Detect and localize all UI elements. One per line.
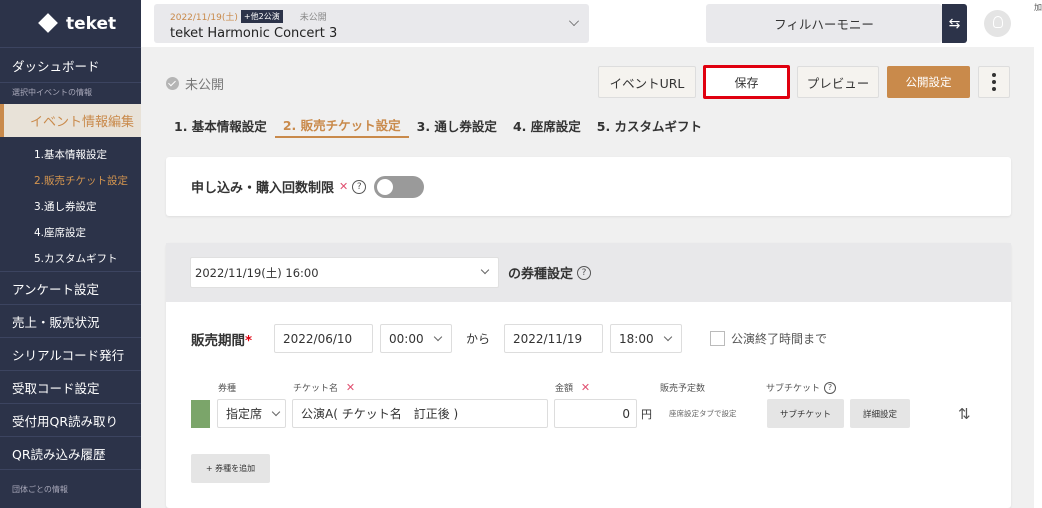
chevron-down-icon bbox=[663, 332, 673, 342]
cross-icon: ✕ bbox=[339, 180, 349, 193]
more-menu-button[interactable] bbox=[978, 66, 1010, 98]
purchase-limit-label: 申し込み・購入回数制限 bbox=[191, 181, 335, 196]
header-plan-count: 販売予定数 bbox=[660, 384, 706, 394]
sales-period-label: 販売期間* bbox=[191, 329, 274, 349]
start-time-select[interactable]: 00:00 bbox=[380, 324, 452, 353]
cross-icon: ✕ bbox=[580, 381, 591, 394]
tab-basic[interactable]: 1. 基本情報設定 bbox=[166, 112, 275, 138]
help-icon[interactable]: ? bbox=[352, 179, 367, 194]
preview-button[interactable]: プレビュー bbox=[797, 66, 879, 98]
event-status: 未公開 bbox=[299, 13, 327, 23]
header-ticket-name-text: チケット名 bbox=[293, 384, 339, 394]
end-time-select[interactable]: 18:00 bbox=[610, 324, 683, 353]
sidebar-item-qr-reader[interactable]: 受付用QR読み取り bbox=[0, 403, 141, 436]
sidebar-item-receive-code[interactable]: 受取コード設定 bbox=[0, 370, 141, 403]
right-edge-text: 加 bbox=[1034, 3, 1042, 12]
publish-status: 未公開 bbox=[166, 74, 224, 93]
sidebar-item-event-edit[interactable]: イベント情報編集 bbox=[0, 104, 141, 137]
chevron-down-icon bbox=[480, 265, 490, 275]
sidebar-sub-pass[interactable]: 3.通し券設定 bbox=[0, 193, 141, 219]
sub-ticket-button[interactable]: サブチケット bbox=[767, 399, 844, 428]
sales-period-row: 販売期間* 2022/06/10 00:00 から 2022/11/19 18:… bbox=[191, 324, 827, 353]
header-sub-ticket: サブチケット? bbox=[766, 381, 837, 394]
right-edge bbox=[1034, 0, 1042, 508]
purchase-limit-toggle[interactable] bbox=[374, 175, 425, 198]
header-amount: 金額 ✕ bbox=[555, 381, 590, 394]
chevron-down-icon bbox=[433, 332, 443, 342]
chevron-down-icon bbox=[271, 407, 281, 417]
performance-date-select[interactable]: 2022/11/19(土) 16:00 bbox=[190, 257, 499, 288]
sidebar-sub-basic[interactable]: 1.基本情報設定 bbox=[0, 141, 141, 167]
ticket-color-swatch[interactable] bbox=[191, 399, 210, 428]
event-select[interactable]: 2022/11/19(土) +他2公演 未公開 teket Harmonic C… bbox=[154, 4, 589, 43]
event-date: 2022/11/19(土) bbox=[170, 13, 238, 23]
check-circle-icon bbox=[166, 77, 179, 90]
brand-name: teket bbox=[66, 13, 117, 34]
performance-date-value: 2022/11/19(土) 16:00 bbox=[195, 265, 319, 280]
amount-input[interactable]: 0 bbox=[554, 399, 637, 428]
ticket-type-value: 指定席 bbox=[226, 407, 263, 421]
sidebar-item-dashboard[interactable]: ダッシュボード bbox=[0, 47, 141, 82]
org-select[interactable]: フィルハーモニー bbox=[706, 4, 942, 43]
sidebar: teket ダッシュボード 選択中イベントの情報 イベント情報編集 1.基本情報… bbox=[0, 0, 141, 508]
swap-org-button[interactable]: ⇆ bbox=[942, 4, 967, 43]
publish-settings-button[interactable]: 公開設定 bbox=[887, 66, 970, 98]
sort-icon[interactable]: ⇅ bbox=[958, 405, 971, 423]
edit-tabs: 1. 基本情報設定 2. 販売チケット設定 3. 通し券設定 4. 座席設定 5… bbox=[166, 112, 710, 138]
until-end-checkbox[interactable] bbox=[710, 331, 726, 346]
ticket-type-select[interactable]: 指定席 bbox=[217, 399, 286, 428]
end-time-value: 18:00 bbox=[619, 331, 654, 346]
sidebar-sub-seat[interactable]: 4.座席設定 bbox=[0, 219, 141, 245]
header-sub-ticket-text: サブチケット bbox=[766, 384, 821, 394]
sidebar-sub-ticket[interactable]: 2.販売チケット設定 bbox=[0, 167, 141, 193]
ticket-type-header: 2022/11/19(土) 16:00 の券種設定 ? bbox=[166, 243, 1011, 302]
start-date-input[interactable]: 2022/06/10 bbox=[274, 324, 373, 353]
sidebar-item-serial[interactable]: シリアルコード発行 bbox=[0, 337, 141, 370]
until-end-label: 公演終了時間まで bbox=[731, 332, 828, 346]
sidebar-section-group: 団体ごとの情報 bbox=[0, 469, 141, 503]
help-icon[interactable]: ? bbox=[577, 265, 592, 280]
topbar: 2022/11/19(土) +他2公演 未公開 teket Harmonic C… bbox=[141, 0, 1034, 47]
event-date-row: 2022/11/19(土) +他2公演 未公開 bbox=[170, 10, 573, 23]
yen-label: 円 bbox=[641, 407, 652, 421]
end-date-input[interactable]: 2022/11/19 bbox=[504, 324, 604, 353]
more-vertical-icon bbox=[992, 73, 996, 91]
header-amount-text: 金額 bbox=[555, 384, 574, 394]
tab-seat[interactable]: 4. 座席設定 bbox=[505, 112, 589, 138]
plan-count-note: 座席設定タブで設定 bbox=[669, 409, 737, 418]
sidebar-item-qr-history[interactable]: QR読み込み履歴 bbox=[0, 436, 141, 469]
swap-icon: ⇆ bbox=[948, 15, 961, 32]
tab-pass[interactable]: 3. 通し券設定 bbox=[409, 112, 505, 138]
sidebar-item-sales[interactable]: 売上・販売状況 bbox=[0, 304, 141, 337]
start-time-value: 00:00 bbox=[389, 331, 424, 346]
sidebar-sub-gift[interactable]: 5.カスタムギフト bbox=[0, 245, 141, 271]
teket-logo-icon bbox=[38, 13, 60, 35]
purchase-limit-card: 申し込み・購入回数制限 ✕ ? bbox=[166, 157, 1011, 216]
from-label: から bbox=[466, 332, 491, 346]
add-ticket-type-button[interactable]: + 券種を追加 bbox=[191, 454, 270, 483]
ticket-setting-label: の券種設定 bbox=[508, 267, 574, 282]
publish-status-text: 未公開 bbox=[185, 78, 225, 93]
tab-ticket[interactable]: 2. 販売チケット設定 bbox=[274, 112, 409, 138]
sidebar-item-survey[interactable]: アンケート設定 bbox=[0, 271, 141, 304]
event-badge: +他2公演 bbox=[240, 10, 283, 23]
event-name: teket Harmonic Concert 3 bbox=[170, 26, 338, 41]
detail-settings-button[interactable]: 詳細設定 bbox=[850, 399, 910, 428]
help-icon[interactable]: ? bbox=[824, 381, 837, 394]
save-button[interactable]: 保存 bbox=[703, 65, 790, 99]
sidebar-section-selected-event: 選択中イベントの情報 bbox=[0, 82, 141, 98]
ticket-type-card: 2022/11/19(土) 16:00 の券種設定 ? 販売期間* 2022/0… bbox=[166, 243, 1011, 508]
avatar[interactable] bbox=[984, 10, 1011, 37]
chevron-down-icon bbox=[569, 16, 579, 26]
event-url-button[interactable]: イベントURL bbox=[598, 66, 696, 98]
header-type: 券種 bbox=[218, 384, 237, 394]
ticket-name-input[interactable]: 公演A( チケット名 訂正後 ) bbox=[292, 399, 548, 428]
sales-period-text: 販売期間 bbox=[191, 332, 245, 349]
brand-logo[interactable]: teket bbox=[0, 0, 141, 47]
required-mark: * bbox=[245, 332, 253, 349]
tab-gift[interactable]: 5. カスタムギフト bbox=[589, 112, 710, 138]
header-ticket-name: チケット名 ✕ bbox=[293, 381, 355, 394]
cross-icon: ✕ bbox=[345, 381, 356, 394]
ticket-type-row: 指定席 公演A( チケット名 訂正後 ) 0 円 座席設定タブで設定 サブチケッ… bbox=[191, 399, 971, 428]
